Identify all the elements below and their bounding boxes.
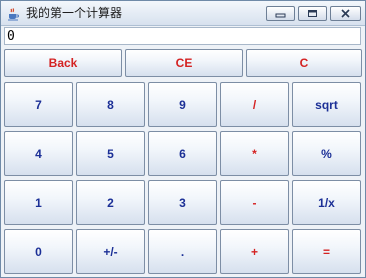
key-8[interactable]: 8	[76, 82, 145, 127]
key-add[interactable]: +	[220, 229, 289, 274]
title-bar[interactable]: 我的第一个计算器	[1, 1, 365, 26]
display-value: 0	[7, 29, 15, 44]
close-button[interactable]	[330, 6, 361, 21]
java-coffee-cup-icon	[6, 6, 20, 21]
clear-entry-button[interactable]: CE	[125, 49, 243, 77]
key-9[interactable]: 9	[148, 82, 217, 127]
key-2[interactable]: 2	[76, 180, 145, 225]
key-4[interactable]: 4	[4, 131, 73, 176]
key-multiply[interactable]: *	[220, 131, 289, 176]
minimize-button[interactable]	[266, 6, 295, 21]
key-percent[interactable]: %	[292, 131, 361, 176]
key-divide[interactable]: /	[220, 82, 289, 127]
key-reciprocal[interactable]: 1/x	[292, 180, 361, 225]
window-title: 我的第一个计算器	[26, 6, 123, 20]
key-0[interactable]: 0	[4, 229, 73, 274]
minimize-icon	[275, 13, 286, 18]
key-sqrt[interactable]: sqrt	[292, 82, 361, 127]
key-6[interactable]: 6	[148, 131, 217, 176]
calculator-window: 我的第一个计算器 0 Back CE C 7 8 9 / sqrt 4 5 6 …	[0, 0, 366, 278]
key-decimal[interactable]: .	[148, 229, 217, 274]
result-display[interactable]: 0	[4, 27, 361, 45]
key-equals[interactable]: =	[292, 229, 361, 274]
key-negate[interactable]: +/-	[76, 229, 145, 274]
key-3[interactable]: 3	[148, 180, 217, 225]
maximize-button[interactable]	[298, 6, 327, 21]
key-subtract[interactable]: -	[220, 180, 289, 225]
back-button[interactable]: Back	[4, 49, 122, 77]
key-5[interactable]: 5	[76, 131, 145, 176]
clear-button[interactable]: C	[246, 49, 362, 77]
maximize-icon	[308, 10, 317, 17]
key-1[interactable]: 1	[4, 180, 73, 225]
key-7[interactable]: 7	[4, 82, 73, 127]
close-icon	[341, 9, 350, 18]
